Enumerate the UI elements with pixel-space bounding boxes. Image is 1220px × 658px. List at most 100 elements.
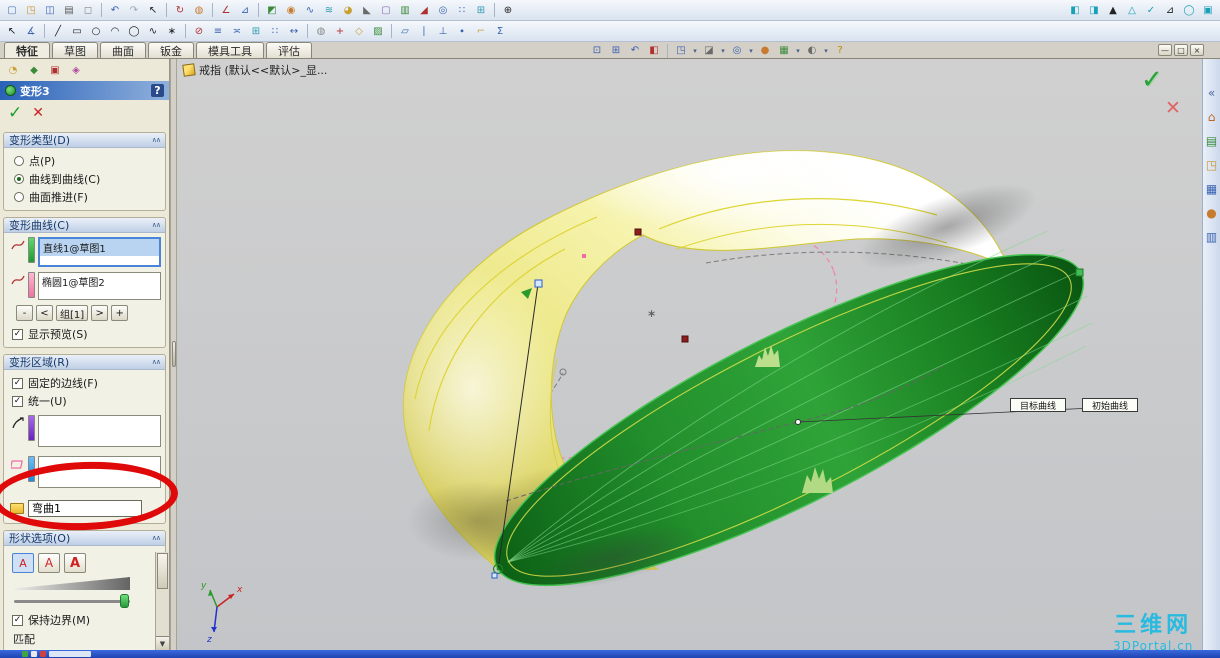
radio-button[interactable] [14, 174, 24, 184]
print-preview-icon[interactable]: ◻ [79, 2, 97, 19]
offset-entities-icon[interactable]: ≍ [228, 23, 246, 40]
mirror-entities-icon[interactable]: ⊞ [247, 23, 265, 40]
line-icon[interactable]: ╱ [49, 23, 67, 40]
view-settings-icon[interactable]: ◐ [803, 43, 821, 58]
deform-type-option-0[interactable]: 点(P) [10, 152, 161, 170]
collapse-chevron-icon[interactable] [152, 221, 160, 229]
deform-type-option-2[interactable]: 曲面推进(F) [10, 188, 161, 206]
bodies-listbox[interactable] [38, 456, 161, 488]
deform-type-header[interactable]: 变形类型(D) [4, 133, 165, 148]
zoom-area-icon[interactable]: ⊞ [607, 43, 625, 58]
line-endpoint-handle[interactable] [491, 572, 498, 579]
redo-icon[interactable]: ↷ [125, 2, 143, 19]
draft-icon[interactable]: ◢ [415, 2, 433, 19]
help-icon[interactable]: ? [831, 43, 849, 58]
surface-finish-icon[interactable]: ✓ [1142, 2, 1160, 19]
target-curve-callout[interactable]: 目标曲线 [1010, 398, 1066, 412]
appearances-icon[interactable]: ● [1204, 205, 1219, 220]
confirmation-corner-cancel[interactable]: ✕ [1165, 97, 1181, 119]
initial-curve-listbox[interactable]: 直线1@草图1 [38, 237, 161, 267]
linear-pattern-icon[interactable]: ∷ [453, 2, 471, 19]
help-button[interactable]: ? [151, 84, 164, 97]
shape-options-header[interactable]: 形状选项(O) [4, 531, 165, 546]
smart-dimension-icon[interactable]: ∡ [22, 23, 40, 40]
move-entities-icon[interactable]: ↔ [285, 23, 303, 40]
slider-thumb[interactable] [120, 594, 129, 608]
repair-sketch-icon[interactable]: + [331, 23, 349, 40]
file-explorer-icon[interactable]: ◳ [1204, 157, 1219, 172]
measure-tool-icon[interactable]: ⌐ [472, 23, 490, 40]
control-vertex-marker[interactable] [681, 335, 689, 343]
taskbar-item-green[interactable] [22, 651, 28, 657]
splitter-grip[interactable] [172, 341, 176, 367]
loft-icon[interactable]: ≋ [320, 2, 338, 19]
pm-configuration-tab-icon[interactable]: ◆ [25, 62, 43, 79]
zoom-fit-icon[interactable]: ⊡ [588, 43, 606, 58]
bom-table-icon[interactable]: ◨ [1085, 2, 1103, 19]
collapse-chevron-icon[interactable] [152, 136, 160, 144]
taskbar-quicklaunch[interactable] [49, 651, 91, 657]
display-style-icon[interactable]: ◪ [700, 43, 718, 58]
scrollbar-thumb[interactable] [157, 553, 168, 589]
edit-appearance-icon[interactable]: ● [756, 43, 774, 58]
view-settings-icon-dropdown[interactable]: ▾ [822, 47, 830, 55]
deform-curves-header[interactable]: 变形曲线(C) [4, 218, 165, 233]
design-library-icon[interactable]: ▤ [1204, 133, 1219, 148]
quick-snaps-icon[interactable]: ◇ [350, 23, 368, 40]
rib-icon[interactable]: ▥ [396, 2, 414, 19]
restore-button[interactable]: □ [1174, 44, 1188, 56]
spline-icon[interactable]: ∿ [144, 23, 162, 40]
3d-sketch-icon[interactable]: ⊿ [236, 2, 254, 19]
weld-symbol-icon[interactable]: ⊿ [1161, 2, 1179, 19]
taskbar-item-white[interactable] [31, 651, 37, 657]
arc-icon[interactable]: ◠ [106, 23, 124, 40]
previous-group-button[interactable]: < [36, 305, 53, 321]
sketch-select-icon[interactable]: ↖ [3, 23, 21, 40]
remove-pair-button[interactable]: - [16, 305, 33, 321]
circle-icon[interactable]: ○ [87, 23, 105, 40]
shell-icon[interactable]: ▢ [377, 2, 395, 19]
fixed-edges-checkbox[interactable] [12, 377, 23, 389]
revision-icon[interactable]: ▣ [1199, 2, 1217, 19]
ellipse-handle[interactable] [1075, 268, 1084, 277]
panel-splitter[interactable] [170, 59, 177, 650]
open-icon[interactable]: ◳ [22, 2, 40, 19]
hide-show-items-icon[interactable]: ◎ [728, 43, 746, 58]
reference-plane-icon[interactable]: ▱ [396, 23, 414, 40]
taskpane-collapse-icon[interactable]: « [1204, 85, 1219, 100]
selected-curve-item[interactable]: 直线1@草图1 [40, 239, 159, 256]
sketch-icon[interactable]: ∠ [217, 2, 235, 19]
custom-properties-icon[interactable]: ▥ [1204, 229, 1219, 244]
uniform-checkbox[interactable] [12, 395, 23, 407]
stiffness-maximum-button[interactable]: A [64, 553, 86, 573]
next-group-button[interactable]: > [91, 305, 109, 321]
show-preview-row[interactable]: 显示预览(S) [10, 325, 161, 343]
slider-track[interactable] [14, 600, 130, 603]
resources-home-icon[interactable]: ⌂ [1204, 109, 1219, 124]
zoom-icon[interactable]: ⊕ [499, 2, 517, 19]
tolerance-icon[interactable]: △ [1123, 2, 1141, 19]
sweep-icon[interactable]: ∿ [301, 2, 319, 19]
hide-show-items-icon-dropdown[interactable]: ▾ [747, 47, 755, 55]
graphics-viewport[interactable]: ∗ x y z 戒指 (默认<<默认>_显... ✓ ✕ 目标曲线 初始曲线 三… [177, 59, 1202, 650]
save-icon[interactable]: ◫ [41, 2, 59, 19]
view-palette-icon[interactable]: ▦ [1204, 181, 1219, 196]
close-button[interactable]: × [1190, 44, 1204, 56]
show-preview-checkbox[interactable] [12, 328, 23, 340]
revolve-icon[interactable]: ◉ [282, 2, 300, 19]
pm-dimxpert-tab-icon[interactable]: ◈ [67, 62, 85, 79]
radio-button[interactable] [14, 192, 24, 202]
apply-scene-icon[interactable]: ▦ [775, 43, 793, 58]
curve-item[interactable]: 椭圆1@草图2 [39, 273, 160, 290]
chamfer-icon[interactable]: ◣ [358, 2, 376, 19]
deform-region-header[interactable]: 变形区域(R) [4, 355, 165, 370]
model-canvas[interactable]: ∗ x y z [177, 59, 1202, 650]
tab-3[interactable]: 钣金 [148, 42, 194, 58]
scroll-down-button[interactable] [156, 636, 169, 650]
cancel-button[interactable]: ✕ [32, 105, 44, 121]
coordinate-system-icon[interactable]: ⊥ [434, 23, 452, 40]
tab-0[interactable]: 特征 [4, 42, 50, 58]
collapse-chevron-icon[interactable] [152, 534, 160, 542]
keep-boundary-row[interactable]: 保持边界(M) [10, 611, 161, 629]
annotation-table-icon[interactable]: ◧ [1066, 2, 1084, 19]
